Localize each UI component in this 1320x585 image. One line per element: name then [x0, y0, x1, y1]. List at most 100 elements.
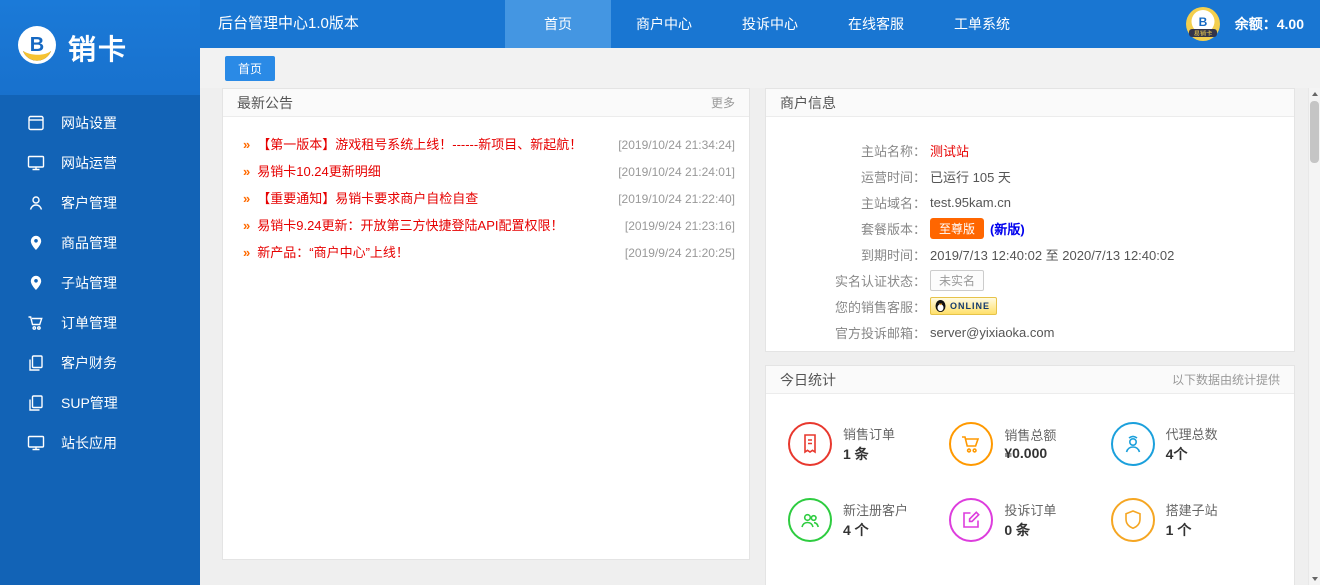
- sidebar-item-orders[interactable]: 订单管理: [0, 303, 200, 343]
- stat-value: 1 条: [843, 446, 869, 462]
- files-icon: [26, 393, 46, 413]
- announcement-date: [2019/9/24 21:23:16]: [615, 218, 735, 234]
- announcement-link[interactable]: 新产品：“商户中心”上线！: [257, 245, 409, 261]
- app-title: 后台管理中心1.0版本: [218, 0, 359, 48]
- qq-online-label: ONLINE: [950, 301, 990, 311]
- announcements-header: 最新公告 更多: [223, 89, 749, 117]
- sidebar-item-label: 网站运营: [61, 153, 117, 173]
- cart-icon: [26, 313, 46, 333]
- shield-icon: [1111, 498, 1155, 542]
- merchant-row-email: 官方投诉邮箱： server@yixiaoka.com: [786, 319, 1274, 345]
- svg-text:B: B: [1198, 15, 1207, 29]
- right-column: 商户信息 主站名称： 测试站 运营时间： 已运行 105 天 主站域名： tes…: [765, 88, 1295, 585]
- tab-merchant-center[interactable]: 商户中心: [611, 0, 717, 48]
- announcement-date: [2019/9/24 21:20:25]: [615, 245, 735, 261]
- stat-complaint-orders: 投诉订单 0 条: [949, 498, 1110, 542]
- announcement-item: » 易销卡10.24更新明细 [2019/10/24 21:24:01]: [243, 164, 735, 180]
- merchant-info-panel: 商户信息 主站名称： 测试站 运营时间： 已运行 105 天 主站域名： tes…: [765, 88, 1295, 352]
- sidebar-item-webmaster-apps[interactable]: 站长应用: [0, 423, 200, 463]
- site-name-value: 测试站: [930, 141, 969, 160]
- scroll-up-arrow[interactable]: [1309, 88, 1320, 100]
- qq-online-badge[interactable]: ONLINE: [930, 297, 997, 315]
- pin-icon: [26, 233, 46, 253]
- announcement-item: » 新产品：“商户中心”上线！ [2019/9/24 21:20:25]: [243, 245, 735, 261]
- more-link[interactable]: 更多: [711, 94, 735, 111]
- app-root: B 销卡 网站设置 网站运营 客户管理 商品管理: [0, 0, 1320, 585]
- logo-icon: B: [16, 24, 58, 71]
- stat-sales-total: 销售总额 ¥0.000: [949, 422, 1110, 466]
- window-icon: [26, 113, 46, 133]
- stat-label: 新注册客户: [843, 503, 908, 518]
- sidebar-item-label: SUP管理: [61, 393, 118, 413]
- stat-label: 销售订单: [843, 427, 895, 442]
- brand-badge[interactable]: B 易销卡: [1185, 6, 1221, 42]
- field-label: 主站名称：: [786, 141, 926, 160]
- merchant-row-realname: 实名认证状态： 未实名: [786, 267, 1274, 293]
- stat-value: 4 个: [843, 522, 869, 538]
- double-chevron-icon: »: [243, 191, 250, 207]
- files-icon: [26, 353, 46, 373]
- field-label: 运营时间：: [786, 167, 926, 186]
- stat-label: 投诉订单: [1004, 503, 1056, 518]
- qq-penguin-icon: [934, 299, 947, 313]
- stat-value: ¥0.000: [1004, 445, 1047, 461]
- stat-agent-total: 代理总数 4个: [1111, 422, 1272, 466]
- domain-value: test.95kam.cn: [930, 195, 1011, 210]
- scroll-down-arrow[interactable]: [1309, 573, 1320, 585]
- announcement-link[interactable]: 易销卡9.24更新：开放第三方快捷登陆API配置权限！: [257, 218, 563, 234]
- sidebar-item-label: 站长应用: [61, 433, 117, 453]
- sidebar-item-label: 商品管理: [61, 233, 117, 253]
- announcement-item: » 【重要通知】易销卡要求商户自检自查 [2019/10/24 21:22:40…: [243, 191, 735, 207]
- sidebar-item-sup[interactable]: SUP管理: [0, 383, 200, 423]
- stat-value: 1 个: [1166, 522, 1192, 538]
- field-label: 套餐版本：: [786, 219, 926, 238]
- stat-value: 4个: [1166, 446, 1188, 462]
- announcement-link[interactable]: 【第一版本】游戏租号系统上线！------新项目、新起航！: [257, 137, 582, 153]
- sidebar-item-products[interactable]: 商品管理: [0, 223, 200, 263]
- double-chevron-icon: »: [243, 137, 250, 153]
- sidebar-item-label: 订单管理: [61, 313, 117, 333]
- tab-home[interactable]: 首页: [505, 0, 611, 48]
- runtime-value: 已运行 105 天: [930, 167, 1011, 186]
- sidebar-item-site-settings[interactable]: 网站设置: [0, 103, 200, 143]
- expire-value: 2019/7/13 12:40:02 至 2020/7/13 12:40:02: [930, 245, 1174, 264]
- announcements-list: » 【第一版本】游戏租号系统上线！------新项目、新起航！ [2019/10…: [223, 117, 749, 261]
- announcement-link[interactable]: 【重要通知】易销卡要求商户自检自查: [257, 191, 478, 207]
- monitor-icon: [26, 433, 46, 453]
- sidebar-item-customers[interactable]: 客户管理: [0, 183, 200, 223]
- today-stats-header: 今日统计 以下数据由统计提供: [766, 366, 1294, 394]
- sidebar-menu: 网站设置 网站运营 客户管理 商品管理 子站管理 订单管理: [0, 95, 200, 463]
- merchant-row-domain: 主站域名： test.95kam.cn: [786, 189, 1274, 215]
- email-value: server@yixiaoka.com: [930, 325, 1054, 340]
- merchant-info-header: 商户信息: [766, 89, 1294, 117]
- agent-icon: [1111, 422, 1155, 466]
- stat-sales-orders: 销售订单 1 条: [788, 422, 949, 466]
- users-icon: [788, 498, 832, 542]
- field-label: 实名认证状态：: [786, 271, 926, 290]
- today-stats-panel: 今日统计 以下数据由统计提供 销售订单 1 条 销售总额: [765, 365, 1295, 585]
- plan-badge[interactable]: 至尊版: [930, 218, 984, 239]
- sidebar-item-label: 客户管理: [61, 193, 117, 213]
- double-chevron-icon: »: [243, 245, 250, 261]
- sidebar-item-site-operation[interactable]: 网站运营: [0, 143, 200, 183]
- main-content: 最新公告 更多 » 【第一版本】游戏租号系统上线！------新项目、新起航！ …: [200, 88, 1308, 585]
- breadcrumb-home-button[interactable]: 首页: [225, 56, 275, 81]
- tab-complaint-center[interactable]: 投诉中心: [717, 0, 823, 48]
- topbar: 后台管理中心1.0版本 首页 商户中心 投诉中心 在线客服 工单系统 B 易销卡…: [200, 0, 1320, 48]
- receipt-icon: [788, 422, 832, 466]
- scrollbar-thumb[interactable]: [1310, 101, 1319, 163]
- svg-text:易销卡: 易销卡: [1193, 29, 1212, 37]
- merchant-row-service: 您的销售客服： ONLINE: [786, 293, 1274, 319]
- tab-online-service[interactable]: 在线客服: [823, 0, 929, 48]
- sidebar-item-finance[interactable]: 客户财务: [0, 343, 200, 383]
- logo[interactable]: B 销卡: [0, 0, 200, 95]
- announcement-link[interactable]: 易销卡10.24更新明细: [257, 164, 381, 180]
- double-chevron-icon: »: [243, 164, 250, 180]
- sidebar-item-label: 子站管理: [61, 273, 117, 293]
- plan-new-link[interactable]: (新版): [990, 219, 1025, 238]
- sidebar: B 销卡 网站设置 网站运营 客户管理 商品管理: [0, 0, 200, 585]
- sidebar-item-substations[interactable]: 子站管理: [0, 263, 200, 303]
- merchant-info-body: 主站名称： 测试站 运营时间： 已运行 105 天 主站域名： test.95k…: [766, 117, 1294, 345]
- tab-ticket-system[interactable]: 工单系统: [929, 0, 1035, 48]
- topbar-right: B 易销卡 余额：4.00: [1185, 0, 1304, 48]
